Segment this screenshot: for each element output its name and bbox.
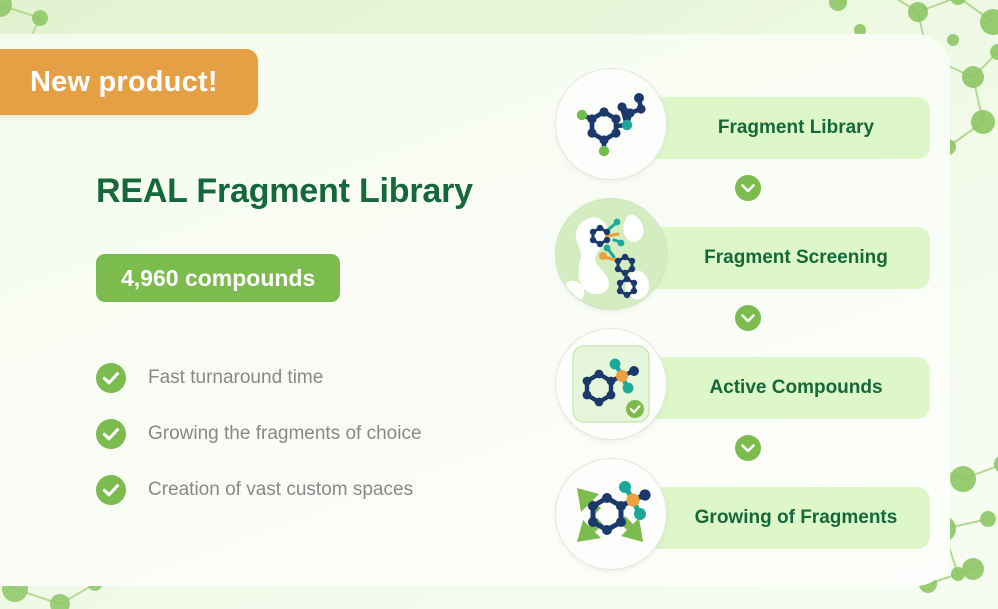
workflow-steps: Fragment Library Fragment Screening Acti… (555, 68, 935, 578)
molecule-card-verified-icon (555, 328, 667, 440)
feature-list: Fast turnaround time Growing the fragmen… (96, 350, 516, 518)
check-circle-icon (96, 363, 126, 393)
feature-label: Growing the fragments of choice (148, 423, 422, 444)
page-title: REAL Fragment Library (96, 172, 473, 210)
promo-banner: New product! REAL Fragment Library 4,960… (0, 0, 998, 609)
check-circle-icon (96, 419, 126, 449)
new-product-badge-label: New product! (30, 65, 218, 98)
new-product-badge: New product! (0, 49, 258, 115)
check-circle-icon (96, 475, 126, 505)
workflow-step-label: Active Compounds (709, 377, 883, 398)
workflow-step-fragment-library[interactable]: Fragment Library (555, 68, 935, 188)
workflow-step-active-compounds[interactable]: Active Compounds (555, 328, 935, 448)
list-item: Creation of vast custom spaces (96, 462, 516, 518)
list-item: Growing the fragments of choice (96, 406, 516, 462)
workflow-connector (555, 305, 935, 331)
workflow-connector (555, 435, 935, 461)
feature-label: Fast turnaround time (148, 367, 324, 388)
workflow-step-label: Growing of Fragments (694, 507, 898, 528)
workflow-step-fragment-screening[interactable]: Fragment Screening (555, 198, 935, 318)
feature-label: Creation of vast custom spaces (148, 479, 414, 500)
compound-count-badge: 4,960 compounds (96, 254, 341, 302)
workflow-step-label: Fragment Library (717, 117, 875, 138)
list-item: Fast turnaround time (96, 350, 516, 406)
protein-pocket-binding-icon (555, 198, 667, 310)
workflow-step-label: Fragment Screening (704, 247, 888, 268)
workflow-step-growing-of-fragments[interactable]: Growing of Fragments (555, 458, 935, 578)
molecule-growth-arrows-icon (555, 458, 667, 570)
molecule-fragment-icon (555, 68, 667, 180)
workflow-connector (555, 175, 935, 201)
compound-count-label: 4,960 compounds (121, 264, 316, 291)
